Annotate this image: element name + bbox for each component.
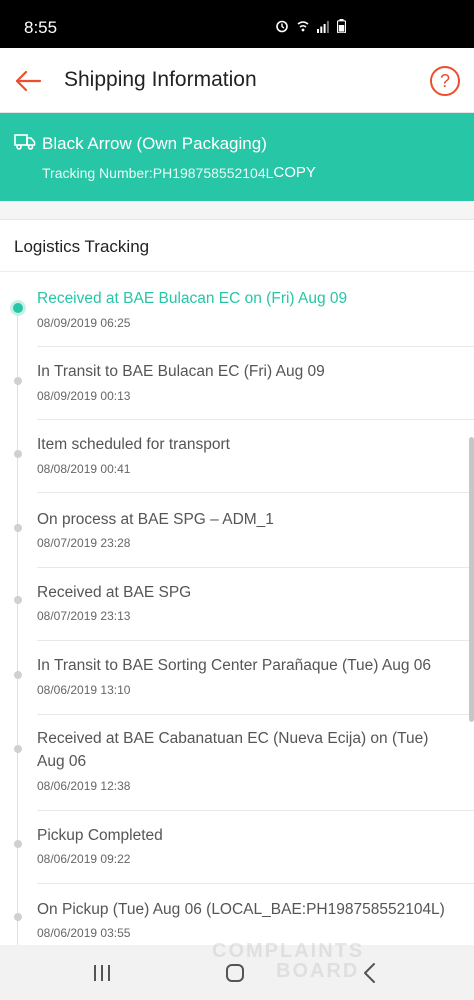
wifi-icon [297, 19, 309, 38]
timeline-dot [14, 745, 22, 753]
event-divider [37, 492, 474, 493]
event-divider [37, 419, 474, 420]
event-description: Received at BAE Cabanatuan EC (Nueva Eci… [37, 730, 429, 770]
timeline-dot-active [13, 303, 23, 313]
truck-icon [14, 133, 36, 151]
event-timestamp: 08/06/2019 12:38 [37, 779, 131, 793]
timeline-line [17, 308, 18, 945]
event-divider [37, 640, 474, 641]
timeline-dot [14, 913, 22, 921]
timeline-dot [14, 840, 22, 848]
timeline-dot [14, 596, 22, 604]
timeline-dot [14, 450, 22, 458]
event-divider [37, 714, 474, 715]
event-timestamp: 08/09/2019 06:25 [37, 316, 131, 330]
timeline-dot [14, 377, 22, 385]
alarm-icon [275, 19, 289, 38]
event-timestamp: 08/06/2019 13:10 [37, 683, 131, 697]
tracking-number: PH198758552104L [152, 164, 274, 181]
event-divider [37, 346, 474, 347]
status-icons [275, 19, 347, 38]
event-description: In Transit to BAE Bulacan EC (Fri) Aug 0… [37, 363, 325, 380]
event-divider [37, 883, 474, 884]
help-button[interactable]: ? [430, 66, 460, 96]
tracking-timeline[interactable]: Received at BAE Bulacan EC on (Fri) Aug … [0, 273, 474, 945]
battery-icon [336, 19, 347, 38]
event-description: In Transit to BAE Sorting Center Parañaq… [37, 657, 432, 674]
arrow-left-icon [15, 70, 42, 92]
scrollbar[interactable] [469, 437, 474, 722]
event-description: Pickup Completed [37, 827, 163, 844]
carrier-banner: Black Arrow (Own Packaging) Tracking Num… [0, 113, 474, 201]
timeline-dot [14, 524, 22, 532]
copy-button[interactable]: COPY [273, 164, 316, 181]
recents-icon [94, 965, 110, 981]
back-button[interactable] [12, 64, 46, 98]
event-timestamp: 08/06/2019 09:22 [37, 852, 131, 866]
section-gap [0, 201, 474, 219]
question-circle-icon: ? [439, 71, 450, 91]
tracking-row: Tracking Number: PH198758552104L COPY [42, 164, 316, 181]
event-divider [37, 810, 474, 811]
tracking-label: Tracking Number: [42, 164, 153, 181]
status-time: 8:55 [24, 18, 58, 37]
page-title: Shipping Information [64, 68, 257, 91]
app-header: Shipping Information ? [0, 48, 474, 113]
event-timestamp: 08/07/2019 23:13 [37, 609, 131, 623]
watermark-logo: COMPLAINTS BOARD [212, 940, 432, 982]
event-description: On process at BAE SPG – ADM_1 [37, 511, 274, 528]
timeline-dot [14, 671, 22, 679]
recents-button[interactable] [92, 965, 112, 981]
event-description: On Pickup (Tue) Aug 06 (LOCAL_BAE:PH1987… [37, 901, 445, 918]
event-timestamp: 08/06/2019 03:55 [37, 926, 131, 940]
event-timestamp: 08/09/2019 00:13 [37, 389, 131, 403]
watermark-text: BOARD [276, 960, 360, 982]
status-bar: 8:55 [0, 0, 474, 48]
event-description: Received at BAE SPG [37, 584, 192, 601]
signal-icon [317, 20, 329, 38]
logistics-section-header: Logistics Tracking [0, 219, 474, 272]
logistics-title: Logistics Tracking [14, 237, 150, 256]
event-description: Item scheduled for transport [37, 436, 230, 453]
event-timestamp: 08/08/2019 00:41 [37, 462, 131, 476]
event-timestamp: 08/07/2019 23:28 [37, 536, 131, 550]
event-description: Received at BAE Bulacan EC on (Fri) Aug … [37, 290, 348, 307]
event-divider [37, 567, 474, 568]
carrier-name: Black Arrow (Own Packaging) [42, 134, 267, 153]
